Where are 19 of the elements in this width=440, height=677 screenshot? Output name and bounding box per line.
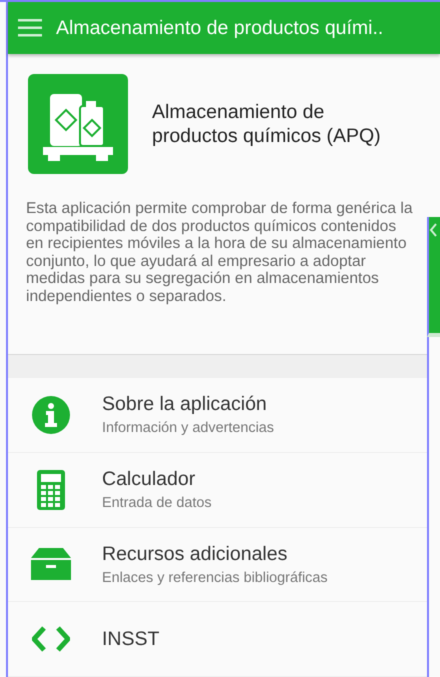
menu-item-subtitle: Información y advertencias <box>102 420 274 436</box>
menu-item-title: INSST <box>102 628 160 651</box>
menu-icon[interactable] <box>18 19 42 37</box>
menu-item-title: Calculador <box>102 468 196 492</box>
app-title: Almacenamiento de productos quími.. <box>56 16 384 40</box>
app-description: Esta aplicación permite comprobar de forma genérica la compatibilidad de dos productos químicos contenidos en recipientes móviles a la hora de su almacenamiento conjunto, lo que ayudará al empresario a adoptar medidas para su segregación en almacenamientos independientes o separados. <box>26 200 413 306</box>
menu-item[interactable]: Calculador Entrada de datos <box>8 452 427 528</box>
menu-item-subtitle: Enlaces y referencias bibliográficas <box>102 570 328 586</box>
menu-item[interactable]: INSST <box>8 602 427 677</box>
archive-icon <box>31 548 71 580</box>
menu-item-title: Recursos adicionales <box>102 542 288 566</box>
calculator-icon <box>37 470 65 510</box>
code-icon <box>32 624 70 654</box>
menu-item[interactable]: Sobre la aplicación Información y advertencias <box>8 378 427 453</box>
menu-item[interactable]: Recursos adicionales Enlaces y referencias bibliográficas <box>8 528 427 602</box>
app-name: Almacenamiento de productos químicos (APQ) <box>152 100 382 148</box>
menu-item-title: Sobre la aplicación <box>102 393 268 416</box>
menu-item-subtitle: Entrada de datos <box>102 495 212 512</box>
info-icon <box>32 396 70 434</box>
